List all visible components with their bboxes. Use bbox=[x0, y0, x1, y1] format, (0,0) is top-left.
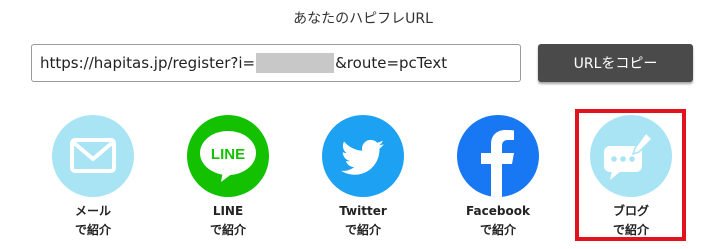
twitter-icon bbox=[322, 115, 404, 197]
url-suffix: &route=pcText bbox=[335, 54, 448, 72]
share-facebook-label: Facebook で紹介 bbox=[466, 204, 530, 237]
share-twitter-button[interactable]: Twitter で紹介 bbox=[308, 115, 418, 240]
blog-highlight-frame bbox=[575, 109, 686, 241]
page-title: あなたのハピフレURL bbox=[293, 11, 433, 27]
url-prefix: https://hapitas.jp/register?i= bbox=[40, 54, 256, 72]
share-line-button[interactable]: LINE LINE で紹介 bbox=[173, 115, 283, 240]
line-icon: LINE bbox=[187, 115, 269, 197]
share-line-label: LINE で紹介 bbox=[209, 204, 246, 237]
share-facebook-button[interactable]: Facebook で紹介 bbox=[443, 115, 553, 240]
referral-url-field[interactable]: https://hapitas.jp/register?i= &route=pcT… bbox=[31, 44, 521, 82]
share-mail-button[interactable]: メール で紹介 bbox=[38, 115, 148, 240]
mail-icon bbox=[52, 115, 134, 197]
share-mail-label: メール で紹介 bbox=[74, 204, 111, 237]
svg-text:LINE: LINE bbox=[211, 146, 245, 163]
share-twitter-label: Twitter で紹介 bbox=[339, 204, 387, 237]
redacted-id bbox=[256, 53, 335, 73]
facebook-icon bbox=[457, 115, 539, 197]
copy-url-button[interactable]: URLをコピー bbox=[538, 44, 693, 82]
